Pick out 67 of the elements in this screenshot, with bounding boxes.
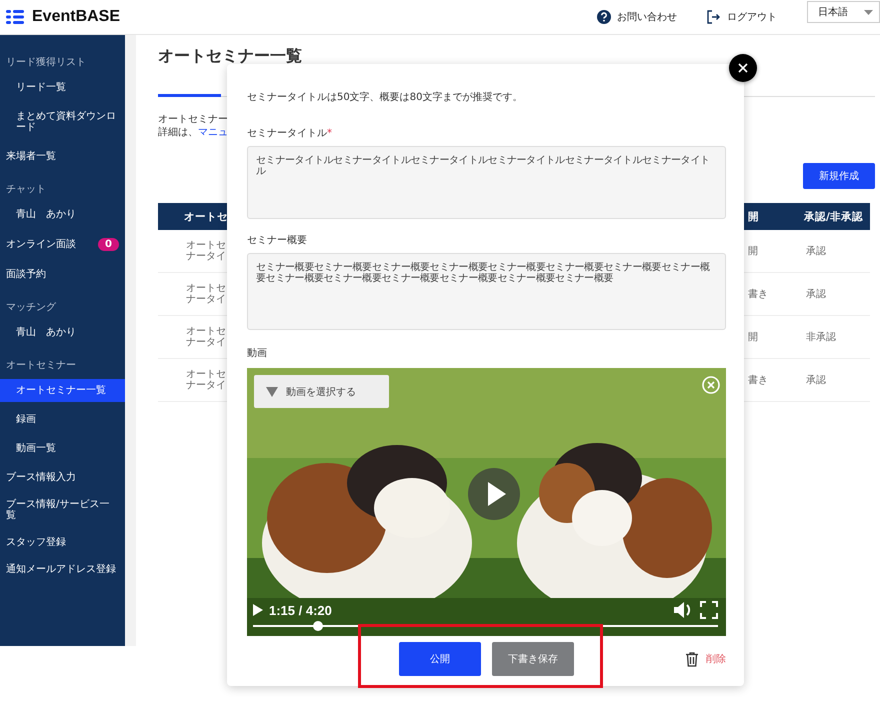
sidebar-section-label: チャット bbox=[5, 183, 47, 197]
fullscreen-icon[interactable] bbox=[700, 601, 718, 619]
field-label: 動画 bbox=[247, 347, 268, 360]
close-button[interactable] bbox=[729, 54, 757, 82]
sidebar-section-label: リード獲得リスト bbox=[5, 56, 87, 70]
sidebar-item[interactable]: ブース情報/サービス一覧 bbox=[0, 493, 125, 527]
trash-icon bbox=[686, 652, 698, 666]
input-field[interactable]: セミナータイトルセミナータイトルセミナータイトルセミナータイトルセミナータイトルセミナータイトル bbox=[247, 146, 726, 219]
table-cell-text: 承認 bbox=[805, 246, 827, 256]
page-title: オートセミナー一覧 bbox=[158, 46, 303, 67]
close-icon bbox=[738, 63, 748, 73]
sidebar-item[interactable]: 青山 あかり bbox=[0, 321, 125, 344]
time-text: 1:15 / 4:20 bbox=[269, 602, 332, 618]
video-select[interactable]: 動画を選択する bbox=[254, 375, 389, 408]
column-header: 承認/非承認 bbox=[802, 210, 864, 224]
sidebar-section-label: オートセミナー bbox=[5, 359, 77, 373]
table-cell-text: 書き bbox=[747, 374, 769, 386]
sidebar-item[interactable]: スタッフ登録 bbox=[0, 531, 125, 554]
table-cell: オートセナータイ bbox=[186, 326, 226, 348]
table-cell-text: 開 bbox=[747, 332, 759, 342]
input-field[interactable]: セミナー概要セミナー概要セミナー概要セミナー概要セミナー概要セミナー概要セミナー概要セミナー概要セミナー概要セミナー概要セミナー概要セミナー概要セミナー概要セミナー概要 bbox=[247, 253, 726, 330]
hint-text: セミナータイトルは50文字、概要は80文字までが推奨です。 bbox=[247, 90, 524, 104]
contact-link[interactable]: お問い合わせ bbox=[597, 10, 677, 24]
field-label: セミナータイトル* bbox=[247, 127, 333, 140]
table-cell-text: 承認 bbox=[805, 374, 827, 386]
sidebar-item[interactable]: 青山 あかり bbox=[0, 203, 125, 226]
caret-icon bbox=[864, 10, 873, 14]
sidebar-item[interactable]: 録画 bbox=[0, 408, 125, 431]
delete-button[interactable]: 削除 bbox=[686, 652, 726, 666]
logout-icon bbox=[707, 10, 721, 24]
play-icon[interactable] bbox=[468, 468, 520, 520]
logout-link[interactable]: ログアウト bbox=[707, 10, 777, 24]
table-cell: オートセナータイ bbox=[186, 283, 226, 305]
table-cell-text: 書き bbox=[747, 288, 769, 300]
logo-icon bbox=[6, 10, 24, 24]
sidebar-item[interactable]: オートセミナー一覧 bbox=[0, 379, 125, 402]
logo-text: EventBASE bbox=[32, 8, 120, 26]
manual-link[interactable]: マニュ bbox=[198, 127, 228, 138]
create-button[interactable]: 新規作成 bbox=[803, 163, 875, 189]
help-icon bbox=[597, 10, 611, 24]
sidebar-item[interactable]: 通知メールアドレス登録 bbox=[0, 558, 125, 581]
table-cell-text: 非承認 bbox=[805, 332, 837, 342]
required-mark: * bbox=[327, 128, 332, 139]
column-header: 開 bbox=[747, 210, 760, 224]
table-cell: オートセナータイ bbox=[186, 369, 226, 391]
triangle-icon bbox=[266, 386, 278, 396]
column-header: オートセ bbox=[183, 210, 228, 224]
sidebar-item[interactable]: リード一覧 bbox=[0, 76, 125, 99]
close-icon[interactable] bbox=[702, 376, 720, 394]
sidebar-item[interactable]: ブース情報入力 bbox=[0, 466, 125, 489]
sidebar-section-label: マッチング bbox=[5, 301, 57, 315]
sidebar-item[interactable]: オンライン面談 0 bbox=[0, 232, 125, 257]
field-label: セミナー概要 bbox=[247, 234, 308, 247]
save-draft-button[interactable]: 下書き保存 bbox=[492, 642, 574, 676]
sidebar-item[interactable]: 来場者一覧 bbox=[0, 145, 125, 168]
sidebar-item[interactable]: 動画一覧 bbox=[0, 437, 125, 460]
language-select[interactable]: 日本語 bbox=[807, 1, 880, 23]
table-cell-text: 開 bbox=[747, 246, 759, 256]
table-cell: オートセナータイ bbox=[186, 240, 226, 262]
count-badge: 0 bbox=[98, 238, 119, 251]
publish-button[interactable]: 公開 bbox=[399, 642, 481, 676]
sidebar-item[interactable]: 面談予約 bbox=[0, 263, 125, 286]
sidebar-item[interactable]: まとめて資料ダウンロード bbox=[0, 105, 125, 139]
description-text: オートセミナー bbox=[158, 113, 229, 126]
sidebar-item-label: オンライン面談 bbox=[6, 239, 76, 250]
details-text: 詳細は、 bbox=[158, 127, 198, 138]
table-cell-text: 承認 bbox=[805, 288, 827, 300]
